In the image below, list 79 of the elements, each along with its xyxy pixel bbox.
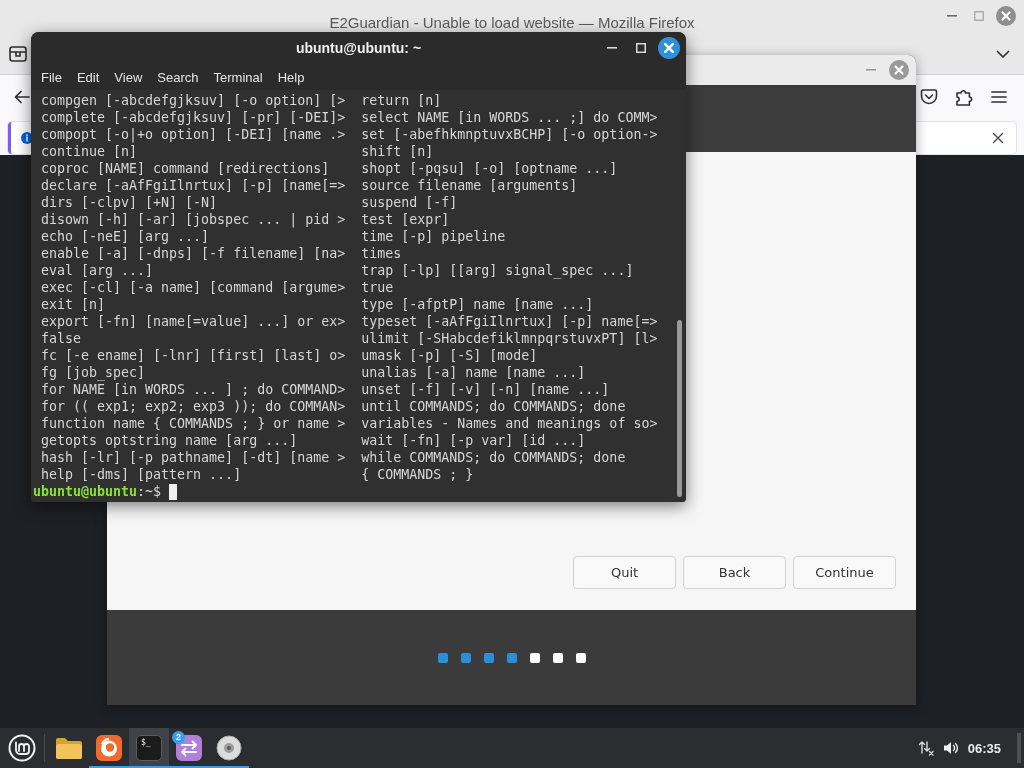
terminal-line: disown [-h] [-ar] [jobspec ... | pid > xyxy=(41,211,347,228)
terminal-line: suspend [-f] xyxy=(361,194,459,211)
terminal-line: for (( exp1; exp2; exp3 )); do COMMAN> xyxy=(41,398,347,415)
terminal-line: exec [-cl] [-a name] [command [argume> xyxy=(41,279,347,296)
shield-chevron-icon[interactable] xyxy=(920,87,938,106)
clock[interactable]: 06:35 xyxy=(967,740,1001,756)
terminal-line: unset [-f] [-v] [-n] [name ...] xyxy=(361,381,611,398)
terminal-line: type [-afptP] name [name ...] xyxy=(361,296,595,313)
terminal-line: times xyxy=(361,245,403,262)
network-disconnected-icon[interactable] xyxy=(917,740,934,756)
window-title: E2Guardian - Unable to load website — Mozilla Firefox xyxy=(329,13,695,33)
menu-item[interactable]: File xyxy=(41,67,62,87)
notification-badge: 2 xyxy=(172,731,185,744)
terminal-line: ulimit [-SHabcdefiklmnpqrstuvxPT] [l> xyxy=(361,330,659,347)
menu-item[interactable]: Edit xyxy=(76,67,100,87)
terminal-line: enable [-a] [-dnps] [-f filename] [na> xyxy=(41,245,347,262)
terminal-line: complete [-abcdefgjksuv] [-pr] [-DEI]> xyxy=(41,109,347,126)
terminal-line: help [-dms] [pattern ...] xyxy=(41,466,243,483)
terminal-line: umask [-p] [-S] [mode] xyxy=(361,347,539,364)
terminal-line: fg [job_spec] xyxy=(41,364,147,381)
cursor-icon xyxy=(169,483,178,500)
terminal-line: echo [-neE] [arg ...] xyxy=(41,228,211,245)
terminal-line: { COMMANDS ; } xyxy=(361,466,475,483)
terminal-line: true xyxy=(361,279,395,296)
menu-item[interactable]: View xyxy=(114,67,143,87)
terminal-line: while COMMANDS; do COMMANDS; done xyxy=(361,449,627,466)
dialog-button[interactable]: Back xyxy=(683,556,786,589)
terminal-line: false xyxy=(41,330,83,347)
taskbar-button[interactable]: $_ xyxy=(129,728,169,768)
box-icon[interactable] xyxy=(8,44,28,64)
puzzle-icon[interactable] xyxy=(955,87,973,106)
terminal-line: fc [-e ename] [-lnr] [first] [last] o> xyxy=(41,347,347,364)
terminal-line: wait [-fn] [-p var] [id ...] xyxy=(361,432,587,449)
terminal-line: for NAME [in WORDS ... ] ; do COMMAND> xyxy=(41,381,347,398)
terminal-line: function name { COMMANDS ; } or name > xyxy=(41,415,347,432)
terminal-line: export [-fn] [name[=value] ...] or ex> xyxy=(41,313,347,330)
close-icon[interactable] xyxy=(658,37,680,59)
terminal-line: time [-p] pipeline xyxy=(361,228,507,245)
terminal-line: dirs [-clpv] [+N] [-N] xyxy=(41,194,219,211)
terminal-line: getopts optstring name [arg ...] xyxy=(41,432,299,449)
terminal-line: test [expr] xyxy=(361,211,451,228)
terminal-line: unalias [-a] name [name ...] xyxy=(361,364,587,381)
terminal-line: compgen [-abcdefgjksuv] [-o option] [> xyxy=(41,92,347,109)
prompt-path: :~$ xyxy=(137,483,162,500)
terminal-line: continue [n] xyxy=(41,143,139,160)
menu-item[interactable]: Terminal xyxy=(213,67,263,87)
maximize-icon[interactable] xyxy=(636,43,646,53)
terminal-line: compopt [-o|+o option] [-DEI] [name .> xyxy=(41,126,347,143)
terminal-line: exit [n] xyxy=(41,296,107,313)
back-arrow-icon[interactable] xyxy=(14,88,30,105)
terminal-line: hash [-lr] [-p pathname] [-dt] [name > xyxy=(41,449,347,466)
prompt-user: ubuntu@ubuntu xyxy=(33,483,138,500)
terminal-line: until COMMANDS; do COMMANDS; done xyxy=(361,398,627,415)
terminal-line: variables - Names and meanings of so> xyxy=(361,415,659,432)
terminal-line: shift [n] xyxy=(361,143,435,160)
terminal-line: eval [arg ...] xyxy=(41,262,155,279)
terminal-line: source filename [arguments] xyxy=(361,177,579,194)
volume-icon[interactable] xyxy=(942,740,959,756)
terminal-line: typeset [-aAfFgiIlnrtux] [-p] name[=> xyxy=(361,313,659,330)
menu-logo-icon[interactable] xyxy=(8,734,36,762)
terminal-line: coproc [NAME] command [redirections] xyxy=(41,160,331,177)
dialog-button[interactable]: Quit xyxy=(573,556,676,589)
terminal-tile: $_ xyxy=(136,735,162,761)
arrows-swap-icon xyxy=(176,735,202,761)
disc-icon xyxy=(216,735,242,761)
terminal-line: select NAME [in WORDS ... ;] do COMM> xyxy=(361,109,659,126)
terminal-line: declare [-aAfFgiIlnrtux] [-p] [name[=> xyxy=(41,177,347,194)
scrollbar[interactable] xyxy=(677,320,682,497)
menu-item[interactable]: Search xyxy=(157,67,199,87)
terminal-line: set [-abefhkmnptuvxBCHP] [-o option-> xyxy=(361,126,659,143)
close-icon[interactable] xyxy=(992,132,1004,144)
swirl-app-icon xyxy=(96,735,122,761)
terminal-line: shopt [-pqsu] [-o] [optname ...] xyxy=(361,160,619,177)
terminal-line: return [n] xyxy=(361,92,443,109)
window-title: ubuntu@ubuntu: ~ xyxy=(295,40,422,56)
menu-item[interactable]: Help xyxy=(277,67,305,87)
dialog-button[interactable]: Continue xyxy=(793,556,896,589)
folder-icon xyxy=(55,736,83,760)
terminal-line: trap [-lp] [[arg] signal_spec ...] xyxy=(361,262,635,279)
